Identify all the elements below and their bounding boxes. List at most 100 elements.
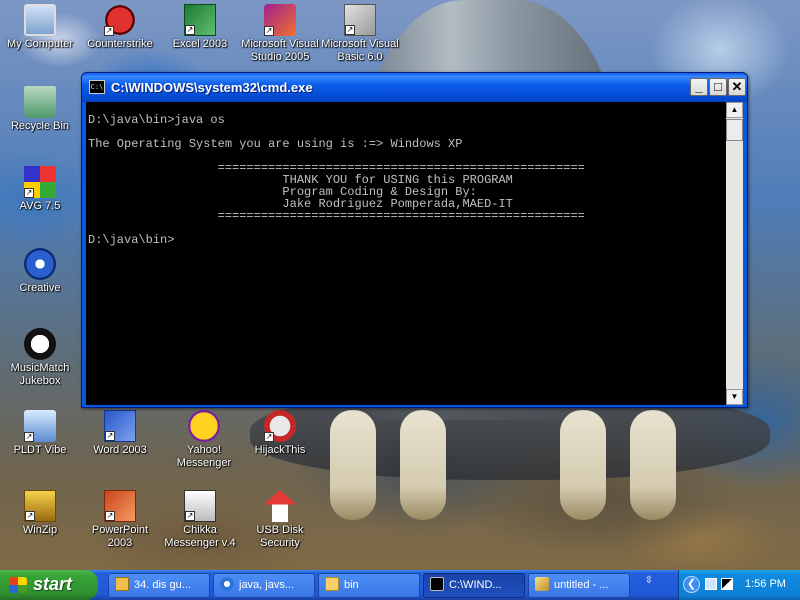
wallpaper-animal-leg bbox=[560, 410, 606, 520]
desktop-icon-label: Counterstrike bbox=[87, 38, 153, 50]
desktop-icon-label: WinZip bbox=[22, 524, 58, 536]
creative-icon bbox=[24, 248, 56, 280]
close-button[interactable]: ✕ bbox=[728, 78, 746, 96]
desktop-icon-label: Creative bbox=[19, 282, 61, 294]
desktop-icon-label: PowerPoint 2003 bbox=[91, 524, 149, 549]
folder-icon bbox=[325, 577, 339, 592]
taskbar-item[interactable]: untitled - ... bbox=[528, 573, 630, 598]
desktop-icon-label: PLDT Vibe bbox=[13, 444, 67, 456]
shortcut-arrow-icon: ↗ bbox=[105, 511, 115, 521]
desktop-icon-recycle-bin[interactable]: Recycle Bin bbox=[0, 86, 80, 133]
cmd-icon bbox=[430, 577, 444, 592]
desktop-icon-label: AVG 7.5 bbox=[19, 200, 61, 212]
taskbar-item-active[interactable]: C:\WIND... bbox=[423, 573, 525, 598]
shortcut-arrow-icon: ↗ bbox=[264, 432, 274, 442]
desktop-icon-label: Word 2003 bbox=[93, 444, 147, 456]
shortcut-arrow-icon: ↗ bbox=[25, 511, 35, 521]
desktop-icon-excel[interactable]: ↗ Excel 2003 bbox=[160, 4, 240, 51]
maximize-button[interactable]: □ bbox=[709, 78, 727, 96]
desktop-icon-my-computer[interactable]: My Computer bbox=[0, 4, 80, 51]
network-icon[interactable] bbox=[705, 578, 717, 590]
console-line: D:\java\bin>java os bbox=[88, 113, 225, 127]
yahoo-messenger-icon bbox=[188, 410, 220, 442]
taskbar-item[interactable]: java, javs... bbox=[213, 573, 315, 598]
taskbar-item-label: C:\WIND... bbox=[449, 579, 502, 591]
shortcut-arrow-icon: ↗ bbox=[264, 26, 274, 36]
visual-basic-icon: ↗ bbox=[344, 4, 376, 36]
desktop-icon-label: My Computer bbox=[6, 38, 74, 50]
console-line: ========================================… bbox=[88, 209, 585, 223]
desktop-icon-musicmatch[interactable]: MusicMatch Jukebox bbox=[0, 328, 80, 388]
desktop-icon-usb-disk-security[interactable]: USB Disk Security bbox=[240, 490, 320, 550]
desktop-icon-avg[interactable]: ↗ AVG 7.5 bbox=[0, 166, 80, 213]
taskbar-item[interactable]: bin bbox=[318, 573, 420, 598]
desktop-icon-chikka[interactable]: ↗ Chikka Messenger v.4 bbox=[160, 490, 240, 550]
taskbar-scroll-icon[interactable]: ⇳ bbox=[643, 576, 655, 593]
shortcut-arrow-icon: ↗ bbox=[185, 511, 195, 521]
scroll-down-arrow-icon[interactable]: ▼ bbox=[726, 389, 743, 405]
scrollbar-thumb[interactable] bbox=[726, 119, 743, 141]
desktop-icon-word[interactable]: ↗ Word 2003 bbox=[80, 410, 160, 457]
recycle-bin-icon bbox=[24, 86, 56, 118]
console-text: D:\java\bin>java os The Operating System … bbox=[88, 114, 585, 246]
chikka-icon: ↗ bbox=[184, 490, 216, 522]
desktop-icon-hijackthis[interactable]: ↗ HijackThis bbox=[240, 410, 320, 457]
minimize-button[interactable]: _ bbox=[690, 78, 708, 96]
desktop-icon-visual-basic[interactable]: ↗ Microsoft Visual Basic 6.0 bbox=[320, 4, 400, 64]
avg-icon: ↗ bbox=[24, 166, 56, 198]
windows-flag-icon bbox=[9, 577, 27, 593]
shortcut-arrow-icon: ↗ bbox=[24, 188, 34, 198]
shortcut-arrow-icon: ↗ bbox=[24, 432, 34, 442]
desktop-icon-label: USB Disk Security bbox=[256, 524, 304, 549]
desktop-icon-label: Chikka Messenger v.4 bbox=[164, 524, 236, 549]
system-tray: ❮ 1:56 PM bbox=[678, 570, 800, 600]
clock[interactable]: 1:56 PM bbox=[745, 578, 786, 590]
my-computer-icon bbox=[24, 4, 56, 36]
start-button[interactable]: start bbox=[0, 570, 98, 600]
scroll-up-arrow-icon[interactable]: ▲ bbox=[726, 102, 743, 118]
counterstrike-icon: ↗ bbox=[104, 4, 136, 36]
console-line: The Operating System you are using is :=… bbox=[88, 137, 463, 151]
document-icon bbox=[115, 577, 129, 592]
hijackthis-icon: ↗ bbox=[264, 410, 296, 442]
desktop-icon-label: Yahoo! Messenger bbox=[176, 444, 232, 469]
desktop-icon-pldt-vibe[interactable]: ↗ PLDT Vibe bbox=[0, 410, 80, 457]
taskbar-item-label: 34. dis gu... bbox=[134, 579, 191, 591]
shortcut-arrow-icon: ↗ bbox=[104, 26, 114, 36]
internet-explorer-icon bbox=[220, 577, 234, 592]
desktop-icon-label: MusicMatch Jukebox bbox=[10, 362, 70, 387]
desktop-icon-visual-studio[interactable]: ↗ Microsoft Visual Studio 2005 bbox=[240, 4, 320, 64]
desktop-icon-yahoo-messenger[interactable]: Yahoo! Messenger bbox=[164, 410, 244, 470]
vertical-scrollbar[interactable]: ▲ ▼ bbox=[726, 102, 743, 405]
console-output[interactable]: D:\java\bin>java os The Operating System … bbox=[86, 102, 743, 405]
taskbar-item-label: java, javs... bbox=[239, 579, 295, 591]
tray-app-icon[interactable] bbox=[721, 578, 733, 590]
console-prompt: D:\java\bin> bbox=[88, 233, 175, 247]
desktop-icon-creative[interactable]: Creative bbox=[0, 248, 80, 295]
desktop-icon-winzip[interactable]: ↗ WinZip bbox=[0, 490, 80, 537]
cmd-window[interactable]: C:\ C:\WINDOWS\system32\cmd.exe _ □ ✕ D:… bbox=[81, 72, 748, 408]
desktop-icon-counterstrike[interactable]: ↗ Counterstrike bbox=[80, 4, 160, 51]
desktop-icon-powerpoint[interactable]: ↗ PowerPoint 2003 bbox=[80, 490, 160, 550]
visual-studio-icon: ↗ bbox=[264, 4, 296, 36]
usb-disk-security-icon bbox=[264, 490, 296, 522]
desktop-icon-label: Microsoft Visual Basic 6.0 bbox=[321, 38, 399, 63]
taskbar: start 34. dis gu... java, javs... bin C:… bbox=[0, 570, 800, 600]
cmd-app-icon[interactable]: C:\ bbox=[89, 80, 105, 94]
shortcut-arrow-icon: ↗ bbox=[105, 431, 115, 441]
window-title: C:\WINDOWS\system32\cmd.exe bbox=[111, 80, 313, 95]
excel-icon: ↗ bbox=[184, 4, 216, 36]
taskbar-item[interactable]: 34. dis gu... bbox=[108, 573, 210, 598]
winzip-icon: ↗ bbox=[24, 490, 56, 522]
wallpaper-animal-leg bbox=[400, 410, 446, 520]
paint-icon bbox=[535, 577, 549, 592]
start-label: start bbox=[33, 574, 73, 594]
powerpoint-icon: ↗ bbox=[104, 490, 136, 522]
desktop-icon-label: Recycle Bin bbox=[10, 120, 70, 132]
shortcut-arrow-icon: ↗ bbox=[185, 25, 195, 35]
musicmatch-icon bbox=[24, 328, 56, 360]
desktop-icon-label: Microsoft Visual Studio 2005 bbox=[241, 38, 319, 63]
show-hidden-icons-chevron-icon[interactable]: ❮ bbox=[683, 576, 700, 593]
taskbar-item-label: untitled - ... bbox=[554, 579, 609, 591]
window-titlebar[interactable]: C:\ C:\WINDOWS\system32\cmd.exe _ □ ✕ bbox=[82, 73, 747, 102]
